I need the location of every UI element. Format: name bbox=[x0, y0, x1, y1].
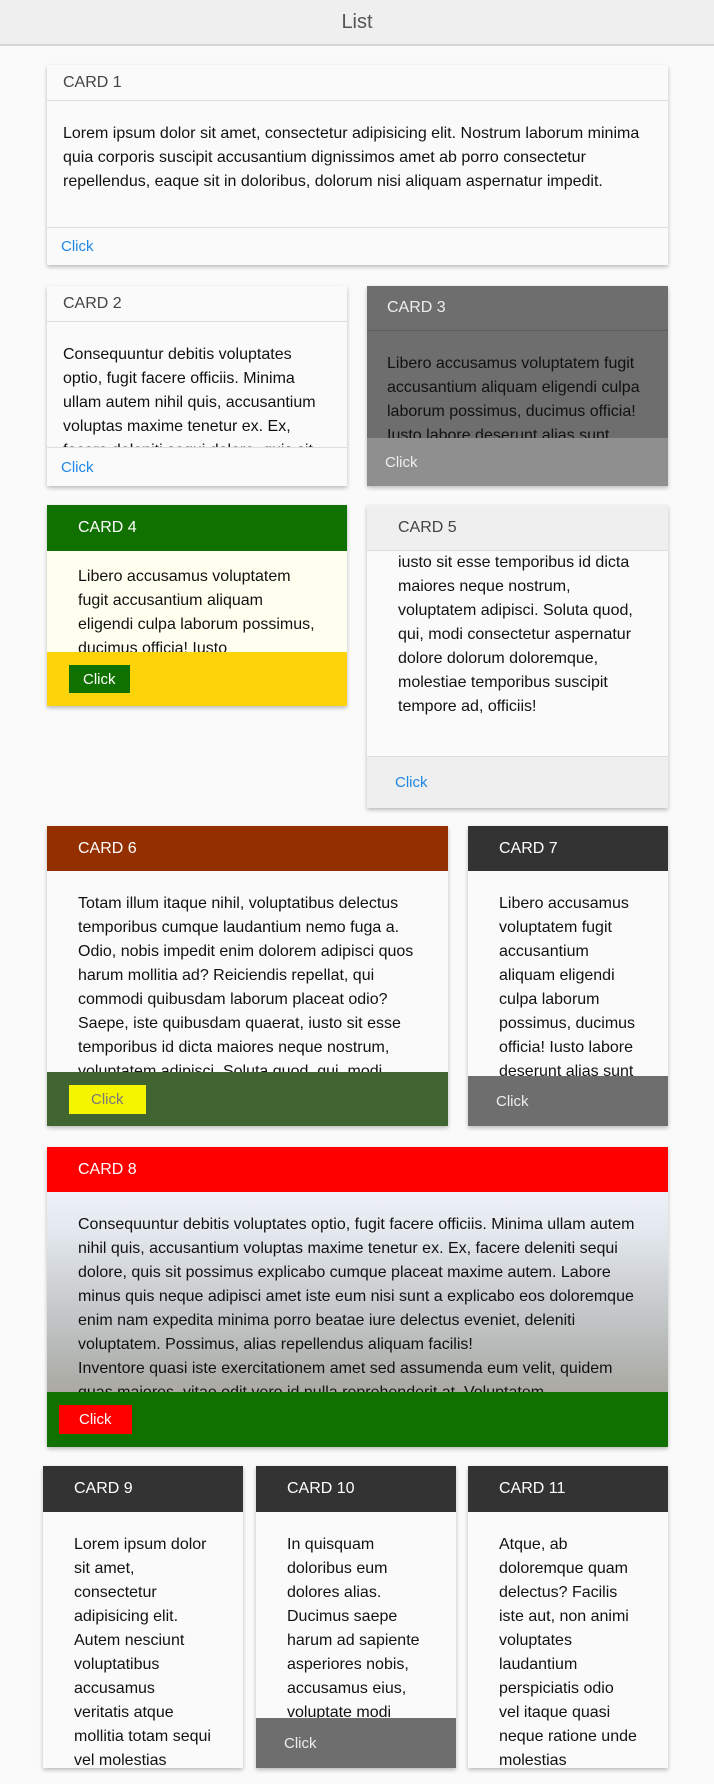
card-footer: Click bbox=[367, 438, 668, 486]
card-header: CARD 2 bbox=[47, 286, 347, 322]
click-button[interactable]: Click bbox=[69, 1084, 146, 1114]
card-body[interactable]: iusto sit esse temporibus id dicta maior… bbox=[367, 551, 668, 756]
card-header: CARD 4 bbox=[47, 505, 347, 551]
click-button[interactable]: Click bbox=[256, 1729, 331, 1758]
card-header: CARD 5 bbox=[367, 505, 668, 551]
card-footer: Click bbox=[47, 447, 347, 486]
click-button[interactable]: Click bbox=[47, 232, 108, 261]
card-body[interactable]: Lorem ipsum dolor sit amet, consectetur … bbox=[43, 1512, 243, 1768]
card-footer: Click bbox=[468, 1076, 668, 1126]
card-3: CARD 3 Libero accusamus voluptatem fugit… bbox=[367, 286, 668, 486]
card-body[interactable]: Totam illum itaque nihil, voluptatibus d… bbox=[47, 871, 448, 1072]
card-7: CARD 7 Libero accusamus voluptatem fugit… bbox=[468, 826, 668, 1126]
card-4: CARD 4 Libero accusamus voluptatem fugit… bbox=[47, 505, 347, 706]
card-header: CARD 8 bbox=[47, 1147, 668, 1192]
card-title: CARD 5 bbox=[398, 518, 457, 536]
card-title: CARD 6 bbox=[78, 839, 137, 857]
card-body[interactable]: Consequuntur debitis voluptates optio, f… bbox=[47, 1192, 668, 1392]
click-button[interactable]: Click bbox=[69, 665, 130, 693]
card-title: CARD 4 bbox=[78, 519, 137, 536]
card-header: CARD 7 bbox=[468, 826, 668, 871]
card-body[interactable]: Consequuntur debitis voluptates optio, f… bbox=[47, 322, 347, 447]
page-title: List bbox=[341, 11, 373, 33]
card-body[interactable]: Lorem ipsum dolor sit amet, consectetur … bbox=[47, 101, 668, 227]
card-body[interactable]: Atque, ab doloremque quam delectus? Faci… bbox=[468, 1512, 668, 1768]
card-1: CARD 1 Lorem ipsum dolor sit amet, conse… bbox=[47, 65, 668, 265]
click-button[interactable]: Click bbox=[59, 1405, 132, 1434]
card-title: CARD 8 bbox=[78, 1160, 137, 1178]
card-header: CARD 11 bbox=[468, 1466, 668, 1512]
card-footer: Click bbox=[47, 1072, 448, 1126]
card-body[interactable]: Libero accusamus voluptatem fugit accusa… bbox=[47, 551, 347, 652]
click-button[interactable]: Click bbox=[367, 448, 432, 477]
card-footer: Click bbox=[47, 227, 668, 265]
top-bar: List bbox=[0, 0, 714, 46]
card-10: CARD 10 In quisquam doloribus eum dolore… bbox=[256, 1466, 456, 1768]
card-9: CARD 9 Lorem ipsum dolor sit amet, conse… bbox=[43, 1466, 243, 1768]
card-5: CARD 5 iusto sit esse temporibus id dict… bbox=[367, 505, 668, 808]
card-6: CARD 6 Totam illum itaque nihil, volupta… bbox=[47, 826, 448, 1126]
card-footer: Click bbox=[367, 756, 668, 808]
card-header: CARD 9 bbox=[43, 1466, 243, 1512]
card-footer: Click bbox=[256, 1718, 456, 1768]
card-title: CARD 3 bbox=[387, 299, 446, 316]
card-11: CARD 11 Atque, ab doloremque quam delect… bbox=[468, 1466, 668, 1768]
card-body[interactable]: In quisquam doloribus eum dolores alias.… bbox=[256, 1512, 456, 1718]
card-2: CARD 2 Consequuntur debitis voluptates o… bbox=[47, 286, 347, 486]
card-footer: Click bbox=[47, 652, 347, 706]
card-header: CARD 6 bbox=[47, 826, 448, 871]
card-header: CARD 10 bbox=[256, 1466, 456, 1512]
card-body[interactable]: Libero accusamus voluptatem fugit accusa… bbox=[367, 331, 668, 438]
card-footer: Click bbox=[47, 1392, 668, 1447]
card-body[interactable]: Libero accusamus voluptatem fugit accusa… bbox=[468, 871, 668, 1076]
card-8: CARD 8 Consequuntur debitis voluptates o… bbox=[47, 1147, 668, 1447]
card-title: CARD 11 bbox=[499, 1480, 566, 1497]
card-header: CARD 1 bbox=[47, 65, 668, 101]
card-title: CARD 10 bbox=[287, 1480, 355, 1497]
card-title: CARD 7 bbox=[499, 839, 558, 857]
card-header: CARD 3 bbox=[367, 286, 668, 331]
card-title: CARD 2 bbox=[63, 294, 122, 312]
click-button[interactable]: Click bbox=[468, 1087, 543, 1116]
card-title: CARD 1 bbox=[63, 73, 122, 91]
click-button[interactable]: Click bbox=[47, 453, 108, 482]
click-button[interactable]: Click bbox=[367, 768, 442, 797]
card-title: CARD 9 bbox=[74, 1480, 133, 1497]
